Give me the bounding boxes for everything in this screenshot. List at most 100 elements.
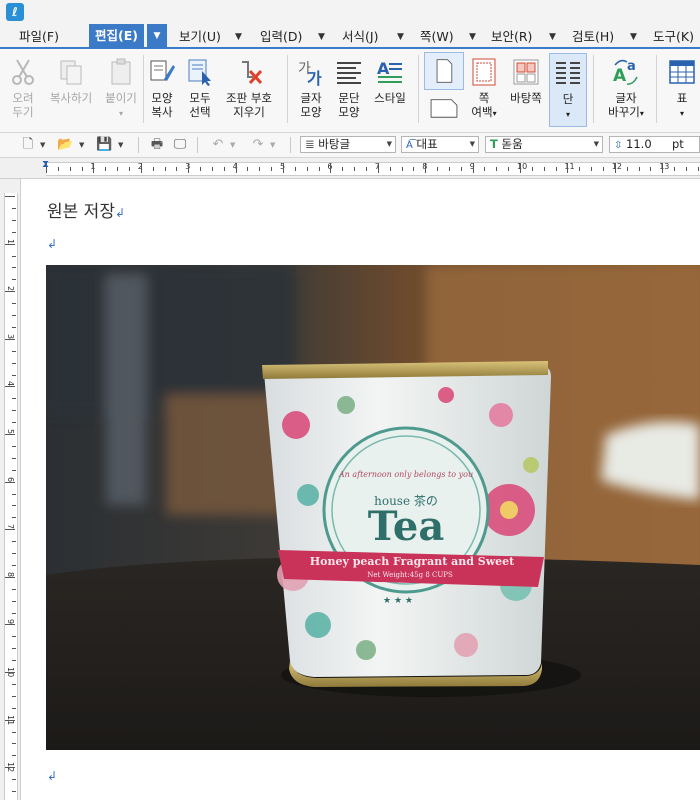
page-landscape-button[interactable] — [424, 92, 464, 126]
style-button[interactable]: A 스타일 — [369, 53, 411, 127]
table-dropdown-icon[interactable]: ▾ — [680, 109, 684, 118]
char-shape-button[interactable]: 가 가 글자 모양 — [292, 53, 330, 127]
ruler-tick — [12, 636, 16, 638]
menu-view[interactable]: 보기(U) — [179, 27, 221, 47]
ruler-tick — [389, 167, 391, 171]
para-shape-button[interactable]: 문단 모양 — [332, 53, 366, 127]
hwp-app-icon[interactable]: ℓ — [6, 3, 24, 21]
style-select[interactable]: ≣ 바탕글 ▼ — [300, 136, 396, 153]
ribbon-separator — [593, 55, 594, 123]
background-page-button[interactable]: 바탕쪽 — [504, 53, 548, 127]
ruler-tick — [12, 791, 16, 792]
ruler-tick — [5, 243, 15, 245]
undo-icon[interactable]: ↶ — [210, 137, 226, 153]
ruler-number: 13 — [659, 162, 670, 171]
para-shape-label-1: 문단 — [338, 91, 360, 105]
ruler-tick — [484, 167, 486, 171]
menu-review[interactable]: 검토(H) — [572, 27, 614, 47]
style-icon: A — [377, 59, 402, 83]
columns-dropdown-icon[interactable]: ▾ — [566, 110, 570, 119]
ruler-tick — [685, 167, 687, 171]
menu-format[interactable]: 서식(J) — [342, 27, 378, 47]
background-page-label: 바탕쪽 — [510, 91, 542, 105]
paste-dropdown-icon[interactable]: ▾ — [119, 109, 123, 118]
ruler-tick — [283, 163, 284, 173]
ribbon-separator — [418, 55, 419, 123]
print-preview-icon[interactable]: 🖵 — [172, 137, 188, 153]
menu-insert-dropdown-icon[interactable]: ▼ — [318, 27, 325, 47]
menu-view-dropdown-icon[interactable]: ▼ — [235, 27, 242, 47]
menu-page[interactable]: 쪽(W) — [420, 27, 454, 47]
columns-label: 단 — [562, 92, 574, 106]
menu-insert[interactable]: 입력(D) — [260, 27, 302, 47]
ruler-tick — [12, 600, 16, 602]
save-dropdown-icon[interactable]: ▼ — [118, 137, 123, 153]
empty-paragraph-mark[interactable]: ↲ — [47, 769, 57, 783]
language-select[interactable]: A͡ 대표 ▼ — [401, 136, 479, 153]
open-dropdown-icon[interactable]: ▼ — [79, 137, 84, 153]
menu-tools[interactable]: 도구(K) — [653, 27, 694, 47]
ruler-tick — [5, 767, 15, 769]
erase-markup-button[interactable]: 조판 부호 지우기 — [220, 53, 278, 127]
menu-security-dropdown-icon[interactable]: ▼ — [549, 27, 556, 47]
print-icon[interactable]: 🖶 — [149, 137, 165, 153]
ruler-tick — [12, 374, 16, 376]
document-heading[interactable]: 원본 저장↲ — [47, 197, 125, 222]
columns-button[interactable]: 단 ▾ — [549, 53, 587, 127]
menu-security[interactable]: 보안(R) — [491, 27, 532, 47]
ruler-tick — [12, 422, 16, 424]
chevron-down-icon: ▼ — [386, 140, 392, 148]
table-button[interactable]: 표 ▾ — [664, 53, 700, 127]
ruler-tick — [12, 303, 16, 305]
document-page[interactable]: 원본 저장↲ ↲ An afternoon only belongs to yo… — [21, 179, 700, 800]
menu-file[interactable]: 파일(F) — [19, 27, 59, 47]
ruler-tick — [437, 167, 439, 171]
ruler-tick — [12, 660, 16, 662]
open-folder-icon[interactable]: 📂 — [57, 137, 73, 153]
language-select-value: 대표 — [416, 137, 438, 151]
ruler-tick — [12, 207, 16, 209]
font-size-select[interactable]: ⇳ 11.0 pt — [609, 136, 700, 153]
new-document-dropdown-icon[interactable]: ▼ — [40, 137, 45, 153]
empty-paragraph-mark[interactable]: ↲ — [47, 237, 57, 251]
menu-format-dropdown-icon[interactable]: ▼ — [397, 27, 404, 47]
replace-button[interactable]: A a 글자 바꾸기▾ — [604, 53, 648, 127]
tea-tin-photo[interactable]: An afternoon only belongs to you house 茶… — [46, 265, 700, 750]
horizontal-ruler[interactable]: 12345678910111213 ⧗ — [0, 158, 700, 179]
menu-edit[interactable]: 편집(E) — [89, 24, 144, 48]
indent-marker-icon[interactable]: ⧗ — [42, 159, 49, 170]
toolbar-separator — [197, 137, 198, 153]
para-shape-label-2: 모양 — [338, 105, 360, 119]
ruler-tick — [5, 719, 15, 721]
vertical-ruler[interactable]: 123456789101112 — [0, 179, 21, 800]
menu-page-dropdown-icon[interactable]: ▼ — [469, 27, 476, 47]
menu-edit-dropdown-icon[interactable]: ▼ — [147, 24, 167, 48]
copy-button[interactable]: 복사하기 — [46, 53, 96, 127]
menu-review-dropdown-icon[interactable]: ▼ — [630, 27, 637, 47]
save-icon[interactable]: 💾 — [96, 137, 112, 153]
redo-icon[interactable]: ↷ — [250, 137, 266, 153]
redo-dropdown-icon[interactable]: ▼ — [270, 137, 275, 153]
ruler-tick — [354, 167, 356, 171]
margin-button[interactable]: 쪽 여백▾ — [466, 53, 502, 127]
replace-dropdown-icon[interactable]: ▾ — [640, 109, 644, 118]
select-all-icon — [188, 59, 211, 86]
ruler-tick — [271, 167, 273, 171]
font-size-unit: pt — [672, 137, 684, 151]
ruler-tick — [200, 167, 202, 171]
margin-dropdown-icon[interactable]: ▾ — [493, 109, 497, 118]
undo-dropdown-icon[interactable]: ▼ — [230, 137, 235, 153]
ruler-tick — [401, 167, 403, 171]
page-portrait-button[interactable] — [424, 52, 464, 90]
font-select[interactable]: T 돋움 ▼ — [485, 136, 603, 153]
cut-button[interactable]: 오려 두기 — [4, 53, 42, 127]
tin-ribbon-text: Honey peach Fragrant and Sweet — [310, 555, 515, 568]
ruler-tick — [12, 779, 16, 781]
ruler-tick — [614, 163, 616, 173]
format-copy-button[interactable]: 모양 복사 — [145, 53, 179, 127]
ruler-tick — [12, 279, 16, 281]
replace-label-1: 글자 — [615, 91, 637, 105]
new-document-icon[interactable]: 🗋 — [20, 137, 36, 153]
select-all-button[interactable]: 모두 선택 — [182, 53, 218, 127]
paste-button[interactable]: 붙이기 ▾ — [100, 53, 142, 127]
